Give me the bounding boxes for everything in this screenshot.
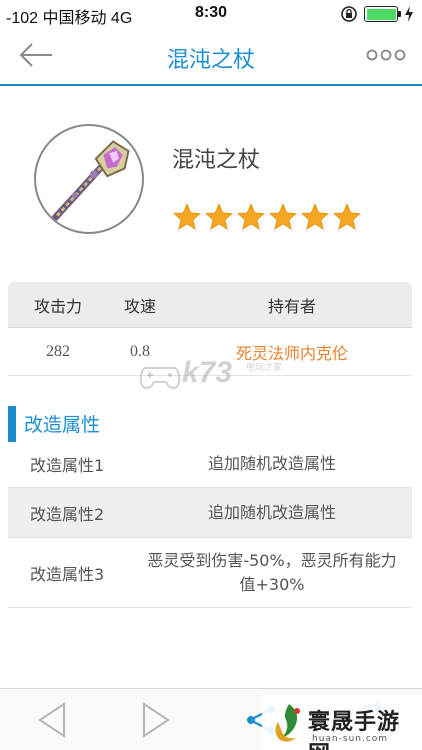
stats-header-row: 攻击力 攻速 持有者 — [8, 282, 412, 328]
property-name: 改造属性1 — [30, 455, 105, 475]
stats-table: 攻击力 攻速 持有者 282 0.8 死灵法师内克伦 — [8, 282, 412, 376]
item-staff-image — [34, 124, 144, 234]
brand-mark-icon — [275, 704, 300, 742]
speed-value: 0.8 — [130, 342, 150, 360]
previous-arrow-icon[interactable] — [36, 701, 68, 739]
properties-table: 改造属性1 追加随机改造属性 改造属性2 追加随机改造属性 改造属性3 恶灵受到… — [8, 440, 412, 608]
battery-icon — [364, 6, 401, 22]
property-value: 追加随机改造属性 — [207, 453, 336, 473]
property-row: 改造属性1 追加随机改造属性 — [8, 440, 412, 488]
star-icon — [333, 202, 361, 230]
nav-bar: 混沌之杖 — [0, 28, 422, 86]
header-speed: 攻速 — [123, 296, 156, 316]
owner-link[interactable]: 死灵法师内克伦 — [172, 340, 412, 364]
battery-level — [366, 8, 396, 20]
stats-row: 282 0.8 死灵法师内克伦 — [8, 328, 412, 376]
property-name: 改造属性3 — [30, 564, 105, 584]
staff-icon — [51, 140, 130, 221]
rating-stars — [172, 202, 362, 232]
star-icon — [173, 202, 201, 230]
more-options-icon[interactable] — [366, 48, 406, 62]
item-name: 混沌之杖 — [172, 148, 261, 173]
charging-icon — [405, 6, 413, 22]
next-arrow-icon[interactable] — [140, 701, 172, 739]
property-value: 恶灵受到伤害-50%，恶灵所有能力值+30% — [147, 550, 397, 594]
star-icon — [237, 202, 265, 230]
star-icon — [205, 202, 233, 230]
section-accent-bar — [8, 406, 16, 442]
rotation-lock-icon — [341, 6, 357, 22]
status-bar: -102 中国移动 4G 8:30 — [0, 0, 422, 28]
header-attack: 攻击力 — [33, 296, 82, 316]
item-header: 混沌之杖 — [0, 110, 422, 260]
attack-value: 282 — [46, 342, 70, 360]
header-owner: 持有者 — [267, 296, 316, 316]
star-icon — [301, 202, 329, 230]
section-header: 改造属性 — [0, 404, 422, 442]
property-row: 改造属性3 恶灵受到伤害-50%，恶灵所有能力值+30% — [8, 538, 412, 608]
status-icons — [340, 5, 414, 23]
page-title: 混沌之杖 — [166, 48, 255, 73]
star-icon — [269, 202, 297, 230]
property-name: 改造属性2 — [30, 504, 105, 524]
brand-url: huan-sun.com — [312, 734, 389, 744]
section-title: 改造属性 — [24, 414, 101, 436]
property-row: 改造属性2 追加随机改造属性 — [8, 488, 412, 538]
brand-logo: 寰晟手游网 huan-sun.com — [262, 694, 422, 750]
property-value: 追加随机改造属性 — [207, 502, 336, 522]
